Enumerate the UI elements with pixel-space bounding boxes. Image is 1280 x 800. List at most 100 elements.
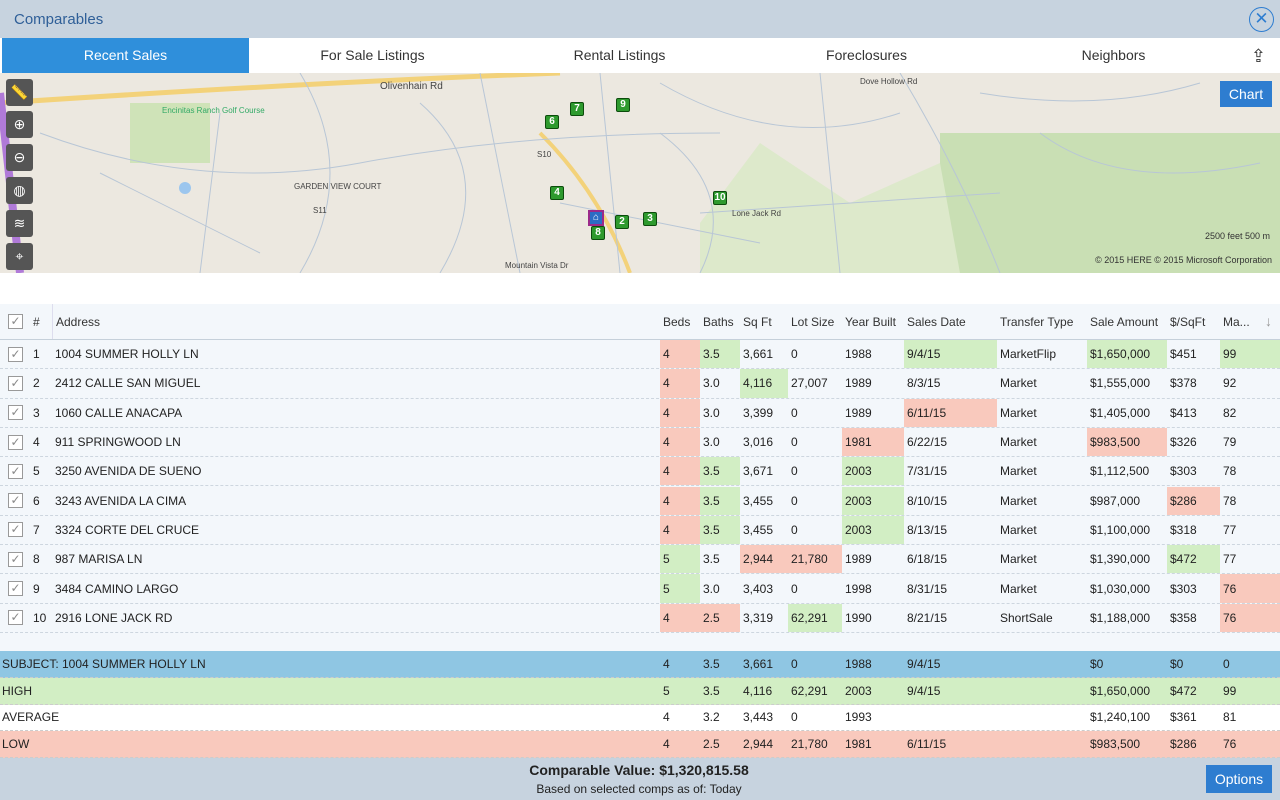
- map-label: Lone Jack Rd: [732, 209, 781, 218]
- comp-marker[interactable]: 3: [643, 212, 657, 226]
- checkbox[interactable]: ✓: [8, 610, 23, 626]
- globe-icon[interactable]: ◍: [6, 177, 33, 204]
- lot-size: 0: [791, 347, 798, 362]
- checkbox[interactable]: ✓: [8, 314, 23, 329]
- market-score: 92: [1223, 376, 1237, 391]
- subject-home-marker[interactable]: ⌂: [588, 210, 604, 226]
- row-checkbox[interactable]: ✓: [0, 399, 30, 427]
- table-row[interactable]: ✓ 6 3243 AVENIDA LA CIMA 4 3.5 3,455 0 2003 8/10…: [0, 486, 1280, 516]
- tab-for-sale-listings[interactable]: For Sale Listings: [249, 38, 496, 73]
- summary-row: AVERAGE 4 3.2 3,443 0 1993 $1,240,100 $361 81: [0, 704, 1280, 732]
- checkbox[interactable]: ✓: [8, 551, 23, 567]
- row-checkbox[interactable]: ✓: [0, 340, 30, 368]
- column-header-address[interactable]: Address: [52, 304, 660, 339]
- share-icon[interactable]: ⇪: [1251, 46, 1266, 67]
- checkbox[interactable]: ✓: [8, 375, 23, 391]
- table-row[interactable]: ✓ 10 2916 LONE JACK RD 4 2.5 3,319 62,291 1990 8…: [0, 603, 1280, 633]
- comp-marker[interactable]: 10: [713, 191, 727, 205]
- row-number: 4: [33, 435, 40, 450]
- baths: 3.5: [700, 340, 740, 369]
- row-checkbox[interactable]: ✓: [0, 545, 30, 573]
- table-row[interactable]: ✓ 2 2412 CALLE SAN MIGUEL 4 3.0 4,116 27,007 19…: [0, 369, 1280, 399]
- table-row[interactable]: ✓ 7 3324 CORTE DEL CRUCE 4 3.5 3,455 0 2003 8/13…: [0, 515, 1280, 546]
- table-row[interactable]: ✓ 1 1004 SUMMER HOLLY LN 4 3.5 3,661 0 1988 9/4/…: [0, 340, 1280, 370]
- comparables-table: ✓ # Address Beds Baths Sq Ft Lot Size Year Buil…: [0, 304, 1280, 651]
- row-checkbox[interactable]: ✓: [0, 574, 30, 602]
- row-checkbox[interactable]: ✓: [0, 304, 30, 339]
- year-built: 1989: [845, 552, 872, 567]
- options-button[interactable]: Options: [1206, 765, 1272, 793]
- checkbox[interactable]: ✓: [8, 346, 23, 362]
- sort-arrow-icon[interactable]: ↓: [1265, 313, 1272, 329]
- ruler-icon[interactable]: 📏: [6, 79, 33, 106]
- baths: 3.5: [703, 683, 720, 698]
- zoom-in-icon[interactable]: ⊕: [6, 111, 33, 138]
- sqft: 2,944: [740, 545, 788, 574]
- table-row[interactable]: ✓ 3 1060 CALLE ANACAPA 4 3.0 3,399 0 1989 6/11/1…: [0, 398, 1280, 428]
- column-header-beds[interactable]: Beds: [660, 304, 700, 339]
- row-checkbox[interactable]: ✓: [0, 457, 30, 485]
- chart-button[interactable]: Chart: [1220, 81, 1272, 107]
- lot-size: 0: [791, 522, 798, 537]
- beds: 5: [660, 574, 700, 603]
- checkbox[interactable]: ✓: [8, 581, 23, 597]
- table-row[interactable]: ✓ 4 911 SPRINGWOOD LN 4 3.0 3,016 0 1981 6/22/15…: [0, 427, 1280, 458]
- column-header-sale-amount[interactable]: Sale Amount: [1087, 304, 1167, 339]
- column-header-sqft[interactable]: Sq Ft: [740, 304, 788, 339]
- summary-label: LOW: [2, 737, 30, 752]
- column-header-year-built[interactable]: Year Built: [842, 304, 904, 339]
- column-header-lot-size[interactable]: Lot Size: [788, 304, 842, 339]
- baths: 3.0: [703, 581, 720, 596]
- market-score: 99: [1223, 683, 1237, 698]
- checkbox[interactable]: ✓: [8, 405, 23, 421]
- year-built: 1988: [845, 656, 872, 671]
- checkbox[interactable]: ✓: [8, 463, 23, 479]
- sale-amount: $1,112,500: [1090, 464, 1150, 479]
- table-row[interactable]: ✓ 8 987 MARISA LN 5 3.5 2,944 21,780 1989 6/18/1…: [0, 545, 1280, 575]
- row-checkbox[interactable]: ✓: [0, 428, 30, 456]
- column-header-sales-date[interactable]: Sales Date: [904, 304, 997, 339]
- comp-marker[interactable]: 4: [550, 186, 564, 200]
- close-icon[interactable]: ✕: [1249, 7, 1274, 32]
- sale-amount: $1,405,000: [1090, 405, 1151, 420]
- row-number: 8: [33, 552, 40, 567]
- sqft: 3,399: [743, 405, 774, 420]
- market-score: 0: [1223, 656, 1230, 671]
- zoom-out-icon[interactable]: ⊖: [6, 144, 33, 171]
- table-row[interactable]: ✓ 9 3484 CAMINO LARGO 5 3.0 3,403 0 1998 8/31/15…: [0, 574, 1280, 604]
- sqft: 3,443: [743, 710, 774, 725]
- column-header-transfer-type[interactable]: Transfer Type: [997, 304, 1087, 339]
- tab-neighbors[interactable]: Neighbors: [990, 38, 1237, 73]
- row-checkbox[interactable]: ✓: [0, 487, 30, 515]
- table-row[interactable]: ✓ 5 3250 AVENIDA DE SUENO 4 3.5 3,671 0 2003 7/3…: [0, 457, 1280, 487]
- transfer-type: ShortSale: [1000, 610, 1053, 625]
- map-label: Encinitas Ranch Golf Course: [162, 106, 265, 115]
- checkbox[interactable]: ✓: [8, 522, 23, 538]
- tab-rental-listings[interactable]: Rental Listings: [496, 38, 743, 73]
- sales-date: 6/22/15: [907, 435, 948, 450]
- comp-marker[interactable]: 6: [545, 115, 559, 129]
- column-header-baths[interactable]: Baths: [700, 304, 740, 339]
- column-header-row-number[interactable]: #: [30, 304, 52, 339]
- layers-icon[interactable]: ≋: [6, 210, 33, 237]
- price-per-sqft: $318: [1170, 522, 1197, 537]
- map[interactable]: Olivenhain Rd Encinitas Ranch Golf Cours…: [0, 73, 1280, 273]
- comp-marker[interactable]: 8: [591, 226, 605, 240]
- row-checkbox[interactable]: ✓: [0, 604, 30, 632]
- comp-marker[interactable]: 9: [616, 98, 630, 112]
- tab-foreclosures[interactable]: Foreclosures: [743, 38, 990, 73]
- row-checkbox[interactable]: ✓: [0, 516, 30, 544]
- window-title: Comparables: [14, 11, 104, 28]
- map-scale: 2500 feet 500 m: [1204, 231, 1270, 241]
- checkbox[interactable]: ✓: [8, 434, 23, 450]
- price-per-sqft: $472: [1167, 545, 1220, 574]
- column-header-price-per-sqft[interactable]: $/SqFt: [1167, 304, 1220, 339]
- tab-recent-sales[interactable]: Recent Sales: [2, 38, 249, 73]
- comp-marker[interactable]: 2: [615, 215, 629, 229]
- price-per-sqft: $303: [1170, 581, 1197, 596]
- comp-marker[interactable]: 7: [570, 102, 584, 116]
- comparable-basis: Based on selected comps as of: Today: [536, 782, 742, 796]
- row-checkbox[interactable]: ✓: [0, 369, 30, 397]
- checkbox[interactable]: ✓: [8, 493, 23, 509]
- locate-icon[interactable]: ⌖: [6, 243, 33, 270]
